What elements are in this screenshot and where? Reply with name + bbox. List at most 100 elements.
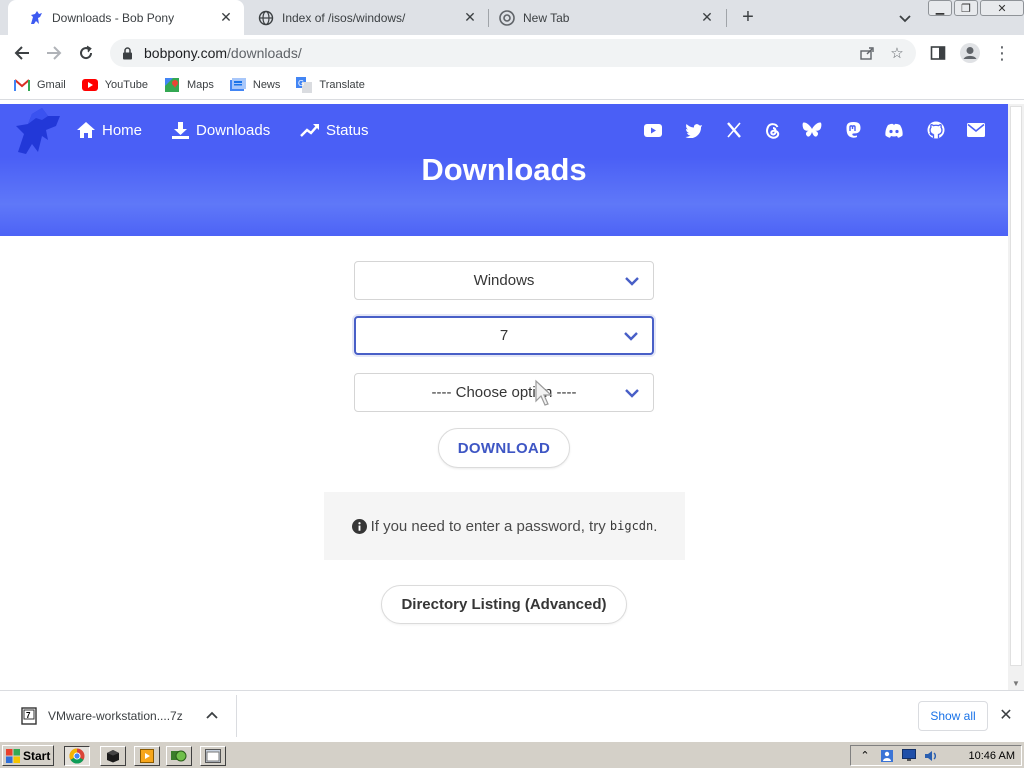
bookmark-label: News xyxy=(252,79,281,91)
tab-downloads-bob-pony[interactable]: Downloads - Bob Pony ✕ xyxy=(8,0,244,35)
download-button[interactable]: DOWNLOAD xyxy=(438,428,570,468)
restore-icon[interactable]: ❐ xyxy=(954,0,978,16)
tab-title: New Tab xyxy=(523,10,570,25)
chevron-up-icon[interactable] xyxy=(204,707,220,723)
nav-home[interactable]: Home xyxy=(76,118,142,142)
shelf-divider xyxy=(236,695,237,737)
show-all-button[interactable]: Show all xyxy=(918,701,988,731)
tab-new-tab[interactable]: New Tab ✕ xyxy=(489,0,725,35)
bookmark-gmail[interactable]: Gmail xyxy=(14,77,66,93)
chrome-taskbar-icon[interactable] xyxy=(64,746,90,766)
maps-icon xyxy=(164,77,180,93)
close-tab-icon[interactable]: ✕ xyxy=(462,9,478,26)
minimize-icon[interactable]: ▁ xyxy=(928,0,952,16)
media-player-icon[interactable] xyxy=(134,746,160,766)
chrome-icon xyxy=(499,9,515,26)
share-icon[interactable] xyxy=(856,42,878,64)
cube-app-icon[interactable] xyxy=(100,746,126,766)
url-text: bobpony.com/downloads/ xyxy=(144,45,856,61)
home-icon xyxy=(77,122,95,138)
close-tab-icon[interactable]: ✕ xyxy=(218,9,234,26)
youtube-icon[interactable] xyxy=(643,120,663,140)
svg-text:7: 7 xyxy=(26,711,31,720)
discord-icon[interactable] xyxy=(884,120,904,140)
back-arrow-icon[interactable] xyxy=(10,41,34,65)
scroll-down-icon[interactable]: ▼ xyxy=(1008,676,1024,690)
bookmark-star-icon[interactable]: ☆ xyxy=(886,42,908,64)
download-shelf: 7 VMware-workstation....7z Show all ✕ xyxy=(0,690,1024,741)
version-select-value: 7 xyxy=(499,327,509,344)
download-file-name: VMware-workstation....7z xyxy=(48,709,183,723)
start-button[interactable]: Start xyxy=(2,745,54,766)
tray-volume-icon[interactable] xyxy=(923,748,939,764)
window-app-icon[interactable] xyxy=(200,746,226,766)
os-select-value: Windows xyxy=(473,272,535,289)
close-tab-icon[interactable]: ✕ xyxy=(699,9,715,26)
version-select[interactable]: 7 xyxy=(354,316,654,355)
threads-icon[interactable] xyxy=(763,120,783,140)
window-controls: ▁ ❐ ✕ xyxy=(928,0,1024,16)
bobpony-favicon-icon xyxy=(28,10,44,26)
download-item[interactable]: 7 VMware-workstation....7z xyxy=(14,703,183,729)
nav-status[interactable]: Status xyxy=(300,118,369,142)
bookmarks-bar: Gmail YouTube Maps News G Translate xyxy=(0,71,1024,100)
bob-pony-logo[interactable] xyxy=(12,106,64,156)
address-bar[interactable]: bobpony.com/downloads/ ☆ xyxy=(110,39,916,67)
tab-index-of-isos[interactable]: Index of /isos/windows/ ✕ xyxy=(244,0,488,35)
network-globe-icon[interactable] xyxy=(166,746,192,766)
bookmark-news[interactable]: News xyxy=(229,77,281,93)
bookmark-label: Maps xyxy=(186,79,214,91)
tab-title: Downloads - Bob Pony xyxy=(52,10,175,25)
close-shelf-icon[interactable]: ✕ xyxy=(996,705,1016,725)
tray-user-icon[interactable] xyxy=(879,748,895,764)
notice-text: If you need to enter a password, try xyxy=(370,517,606,535)
bookmark-label: Gmail xyxy=(37,79,66,91)
bookmark-youtube[interactable]: YouTube xyxy=(81,77,148,93)
url-path: /downloads/ xyxy=(227,45,302,61)
tab-search-chevron-icon[interactable] xyxy=(896,9,914,27)
menu-kebab-icon[interactable]: ⋮ xyxy=(990,41,1014,65)
nav-label: Status xyxy=(326,121,369,139)
bookmark-translate[interactable]: G Translate xyxy=(296,77,365,93)
svg-text:G: G xyxy=(298,79,304,88)
bookmark-maps[interactable]: Maps xyxy=(164,77,214,93)
x-icon[interactable] xyxy=(724,120,744,140)
notice-end: . xyxy=(653,517,658,535)
bluesky-icon[interactable] xyxy=(802,120,822,140)
system-tray: ⌃ 10:46 AM xyxy=(850,745,1022,766)
archive-file-icon: 7 xyxy=(21,707,37,725)
news-icon xyxy=(229,77,246,93)
github-icon[interactable] xyxy=(926,120,946,140)
forward-arrow-icon[interactable] xyxy=(42,41,66,65)
mastodon-icon[interactable] xyxy=(843,120,863,140)
trending-up-icon xyxy=(300,124,319,137)
nav-downloads[interactable]: Downloads xyxy=(171,118,270,142)
option-select[interactable]: ---- Choose option ---- xyxy=(354,373,654,412)
page-title: Downloads xyxy=(421,152,587,187)
start-label: Start xyxy=(23,748,51,763)
reload-icon[interactable] xyxy=(74,41,98,65)
bookmark-label: YouTube xyxy=(104,79,148,91)
mouse-cursor-icon xyxy=(534,379,558,409)
gmail-icon xyxy=(14,77,30,93)
window-close-icon[interactable]: ✕ xyxy=(980,0,1024,16)
windows-taskbar: Start ⌃ 10:46 AM xyxy=(0,741,1024,768)
lock-icon[interactable] xyxy=(120,46,134,60)
profile-avatar-icon[interactable] xyxy=(958,41,982,65)
chevron-down-icon xyxy=(625,276,639,286)
globe-icon xyxy=(258,10,274,26)
password-notice: If you need to enter a password, try big… xyxy=(324,492,685,560)
translate-icon: G xyxy=(296,77,313,93)
os-select[interactable]: Windows xyxy=(354,261,654,300)
mail-icon[interactable] xyxy=(966,120,986,140)
tray-monitor-icon[interactable] xyxy=(901,748,917,764)
scrollbar-thumb[interactable] xyxy=(1010,106,1022,666)
side-panel-icon[interactable] xyxy=(926,41,950,65)
new-tab-button[interactable]: + xyxy=(736,5,760,29)
twitter-icon[interactable] xyxy=(684,120,704,140)
directory-listing-button[interactable]: Directory Listing (Advanced) xyxy=(381,585,627,624)
tab-strip: Downloads - Bob Pony ✕ Index of /isos/wi… xyxy=(0,0,1024,35)
chevron-down-icon xyxy=(624,331,638,341)
tray-expand-icon[interactable]: ⌃ xyxy=(857,748,873,764)
tab-separator xyxy=(726,9,727,27)
